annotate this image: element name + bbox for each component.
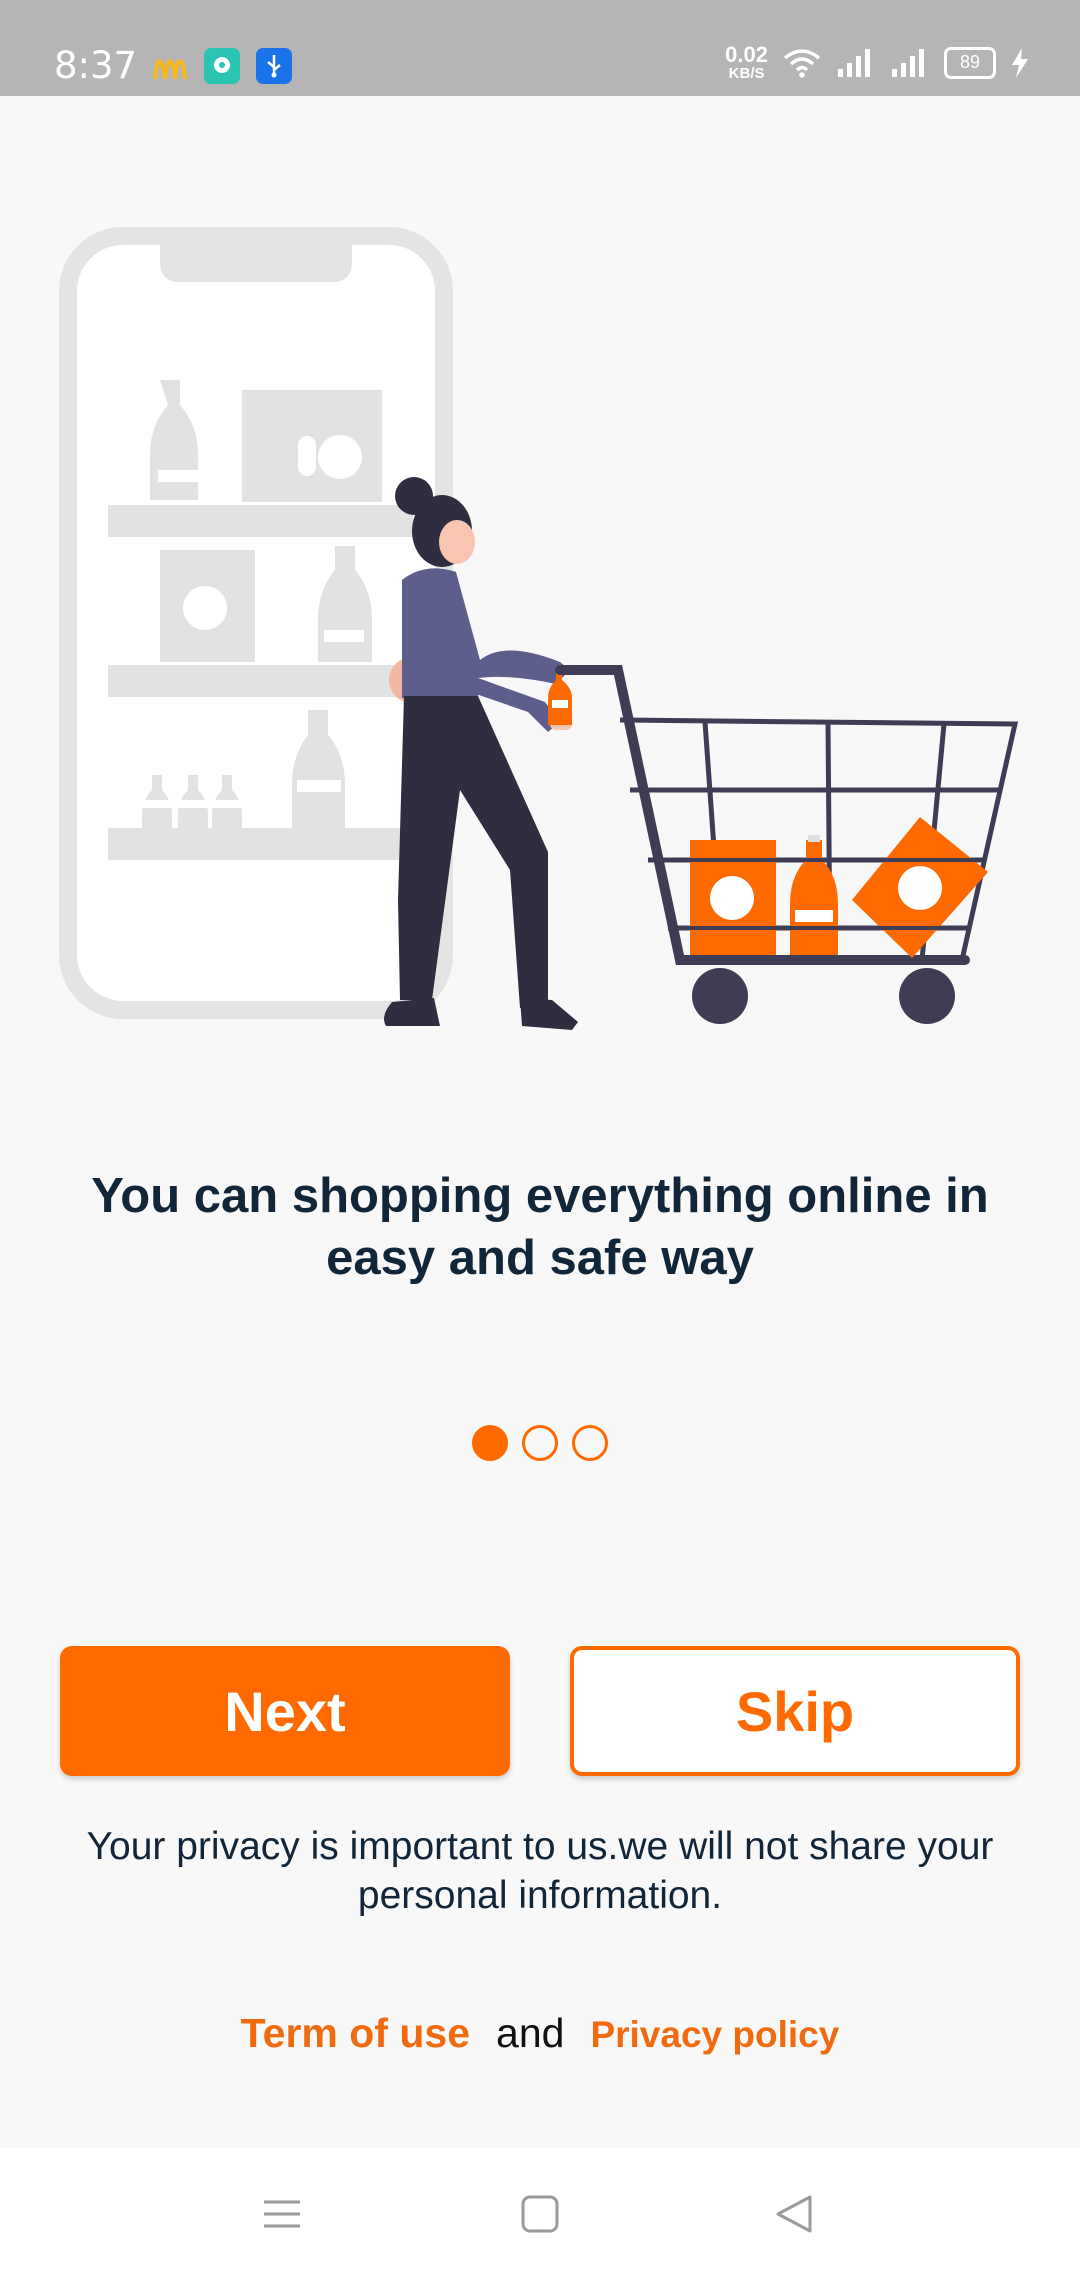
chat-icon xyxy=(204,48,240,84)
charging-bolt-icon xyxy=(1012,47,1028,78)
mcdonalds-icon xyxy=(152,48,188,84)
next-button[interactable]: Next xyxy=(60,1646,510,1776)
page-dot-1[interactable] xyxy=(472,1425,508,1461)
menu-icon[interactable] xyxy=(262,2194,302,2234)
status-time: 8:37 xyxy=(54,44,138,87)
net-speed-value: 0.02 xyxy=(725,42,768,67)
shopping-illustration xyxy=(59,227,1019,1030)
privacy-policy-link[interactable]: Privacy policy xyxy=(590,2014,839,2056)
page-indicator xyxy=(0,1425,1080,1461)
status-notification-icons xyxy=(152,48,292,84)
status-right-group: 0.02 KB/S 89 xyxy=(725,44,1030,81)
legal-links: Term of use and Privacy policy xyxy=(0,2010,1080,2057)
shopping-cart-graphic xyxy=(555,665,1019,1024)
onboarding-headline: You can shopping everything online in ea… xyxy=(91,1169,989,1285)
usb-icon xyxy=(256,48,292,84)
terms-of-use-link[interactable]: Term of use xyxy=(241,2010,470,2057)
page-dot-3[interactable] xyxy=(572,1425,608,1461)
page-dot-2[interactable] xyxy=(522,1425,558,1461)
privacy-note: Your privacy is important to us.we will … xyxy=(86,1825,994,1917)
phone-outline-graphic xyxy=(59,227,453,1019)
home-square-icon[interactable] xyxy=(520,2194,560,2234)
battery-indicator: 89 xyxy=(944,46,996,79)
signal-icon-sim2 xyxy=(892,48,924,77)
signal-icon-sim1 xyxy=(838,48,870,77)
net-speed-unit: KB/S xyxy=(728,65,765,82)
system-nav-bar xyxy=(0,2148,1080,2280)
status-bar: 8:37 0.02 KB/S 89 xyxy=(0,0,1080,96)
back-triangle-icon[interactable] xyxy=(774,2194,814,2234)
skip-button[interactable]: Skip xyxy=(570,1646,1020,1776)
net-speed: 0.02 KB/S xyxy=(725,42,768,82)
and-text: and xyxy=(496,2010,565,2056)
wifi-icon xyxy=(783,48,821,78)
